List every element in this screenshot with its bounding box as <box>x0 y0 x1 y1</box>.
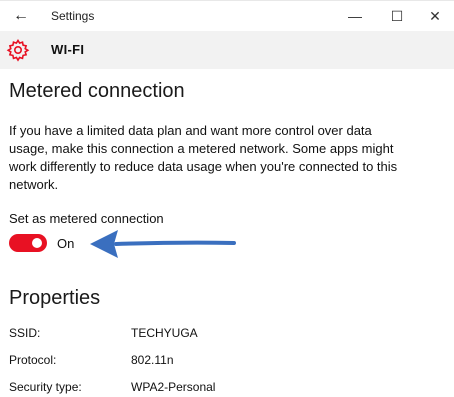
close-button[interactable]: ✕ <box>420 3 450 29</box>
back-arrow-icon[interactable]: ← <box>8 3 34 29</box>
page-header: WI-FI <box>0 31 454 69</box>
toggle-knob <box>32 238 42 248</box>
minimize-button[interactable]: — <box>340 3 370 29</box>
property-key: Protocol: <box>9 353 57 367</box>
properties-heading: Properties <box>9 287 101 309</box>
metered-toggle-switch[interactable] <box>9 234 47 252</box>
maximize-button[interactable]: ☐ <box>382 3 412 29</box>
metered-description: If you have a limited data plan and want… <box>9 123 398 192</box>
annotation-arrow-icon <box>90 230 236 258</box>
toggle-state-label: On <box>57 236 75 251</box>
metered-heading: Metered connection <box>9 80 185 102</box>
settings-window: ← Settings — ☐ ✕ WI-FI Metered connectio… <box>0 0 454 397</box>
property-value: TECHYUGA <box>131 326 198 340</box>
gear-icon <box>6 38 30 62</box>
page-title: WI-FI <box>51 42 85 57</box>
window-title: Settings <box>51 9 95 23</box>
property-value: WPA2-Personal <box>131 380 216 394</box>
property-key: Security type: <box>9 380 82 394</box>
metered-toggle-label: Set as metered connection <box>9 211 164 226</box>
title-bar: ← Settings — ☐ ✕ <box>0 1 454 31</box>
property-key: SSID: <box>9 326 41 340</box>
property-value: 802.11n <box>131 353 174 367</box>
